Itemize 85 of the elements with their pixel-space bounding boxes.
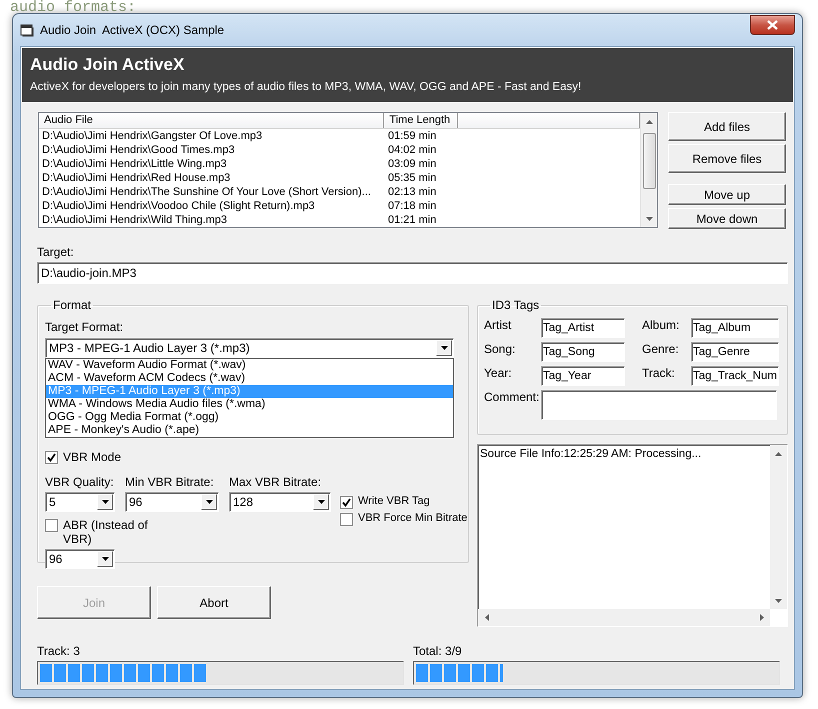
field-label: Min VBR Bitrate: [125, 475, 215, 489]
column-header[interactable]: Audio File [39, 113, 384, 128]
app-subtitle: ActiveX for developers to join many types of audio files to MP3, WMA, WAV, OGG and APE - Fast and Easy! [30, 81, 582, 93]
group-title: ID3 Tags [491, 298, 540, 312]
file-path[interactable]: D:\Audio\Jimi Hendrix\Good Times.mp3 [39, 143, 385, 157]
dropdown[interactable]: 5 [45, 492, 115, 512]
file-path[interactable]: D:\Audio\Jimi Hendrix\Wild Thing.mp3 [39, 213, 385, 227]
caret-icon [102, 557, 108, 561]
field-label: Genre: [642, 342, 680, 356]
column-header[interactable]: Time Length [384, 113, 458, 128]
field-label: Artist [484, 318, 512, 332]
side-button[interactable]: Add files [668, 112, 786, 141]
caret-icon [102, 500, 108, 504]
field-label: Song: [484, 342, 516, 356]
check-icon [342, 498, 351, 507]
input-field[interactable]: Tag_Artist [541, 318, 625, 338]
dropdown-button[interactable] [97, 551, 113, 567]
dropdown-option[interactable]: WAV - Waveform Audio Format (*.wav) [46, 359, 453, 372]
dropdown-button[interactable] [201, 494, 217, 510]
caret-icon [318, 500, 324, 504]
progress-label: Track: 3 [37, 644, 80, 658]
field-label: Comment: [484, 390, 540, 404]
time-length[interactable]: 01:21 min [385, 213, 459, 227]
time-length[interactable]: 03:09 min [385, 157, 459, 171]
scrollbar[interactable] [770, 445, 787, 609]
dropdown[interactable]: 96 [45, 549, 115, 569]
field-label: Track: [642, 366, 676, 380]
checkbox[interactable] [45, 451, 58, 464]
checkbox[interactable] [45, 519, 58, 532]
group-title: Format [52, 298, 92, 312]
app-title: Audio Join ActiveX [30, 55, 186, 75]
comment-field[interactable] [541, 390, 777, 420]
time-length[interactable]: 02:13 min [385, 185, 459, 199]
field-label: VBR Quality: [45, 475, 115, 489]
progress-label: Total: 3/9 [413, 644, 462, 658]
field-label: Album: [642, 318, 680, 332]
checkbox-label: VBR Mode [63, 450, 122, 464]
dropdown-option[interactable]: APE - Monkey's Audio (*.ape) [46, 424, 453, 437]
dropdown[interactable]: 96 [125, 492, 219, 512]
dropdown-button[interactable] [313, 494, 329, 510]
caret-icon [206, 500, 212, 504]
input-field[interactable]: Tag_Song [541, 342, 625, 362]
checkbox[interactable] [340, 513, 353, 526]
dropdown-option[interactable]: WMA - Windows Media Audio files (*.wma) [46, 398, 453, 411]
action-button[interactable]: Abort [157, 586, 271, 619]
file-path[interactable]: D:\Audio\Jimi Hendrix\Voodoo Chile (Slight Return).mp3 [39, 199, 385, 213]
time-length[interactable]: 07:18 min [385, 199, 459, 213]
side-button[interactable]: Remove files [668, 144, 786, 173]
dropdown[interactable]: 128 [229, 492, 331, 512]
time-length[interactable]: 05:35 min [385, 171, 459, 185]
side-button[interactable]: Move up [668, 184, 786, 205]
window-title: Audio Join ActiveX (OCX) Sample [40, 23, 226, 37]
checkbox-label: Write VBR Tag [358, 495, 430, 507]
file-path[interactable]: D:\Audio\Jimi Hendrix\Gangster Of Love.mp3 [39, 129, 385, 143]
input-field[interactable]: D:\audio-join.MP3 [37, 262, 788, 284]
input-field[interactable]: Tag_Album [691, 318, 779, 338]
dropdown-button[interactable] [97, 494, 113, 510]
input-field[interactable]: Tag_Year [541, 366, 625, 386]
field-label: Max VBR Bitrate: [229, 475, 322, 489]
side-button[interactable]: Move down [668, 208, 786, 229]
checkbox[interactable] [340, 496, 353, 509]
dropdown-button[interactable] [436, 340, 452, 356]
log-text: Source File Info:12:25:29 AM: Processing... [479, 447, 702, 462]
checkbox-label: VBR Force Min Bitrate [358, 512, 468, 524]
code-text: audio formats: [10, 0, 138, 13]
caret-icon [440, 346, 448, 350]
scrollbar[interactable] [640, 113, 657, 227]
checkbox-label: ABR (Instead of VBR) [63, 518, 149, 546]
check-icon [47, 453, 56, 462]
time-length[interactable]: 04:02 min [385, 143, 459, 157]
window-icon [20, 24, 34, 36]
file-path[interactable]: D:\Audio\Jimi Hendrix\Little Wing.mp3 [39, 157, 385, 171]
dropdown-option[interactable]: OGG - Ogg Media Format (*.ogg) [46, 411, 453, 424]
dropdown-option[interactable]: ACM - Waveform ACM Codecs (*.wav) [46, 372, 453, 385]
input-field[interactable]: Tag_Genre [691, 342, 779, 362]
scrollbar[interactable] [478, 609, 770, 626]
field-label: Year: [484, 366, 513, 380]
file-path[interactable]: D:\Audio\Jimi Hendrix\Red House.mp3 [39, 171, 385, 185]
field-label: Target: [37, 245, 74, 259]
field-label: Target Format: [45, 320, 124, 334]
input-field[interactable]: Tag_Track_Num [691, 366, 779, 386]
time-length[interactable]: 01:59 min [385, 129, 459, 143]
file-path[interactable]: D:\Audio\Jimi Hendrix\The Sunshine Of Your Love (Short Version)... [39, 185, 385, 199]
close-icon [767, 20, 778, 30]
close-button[interactable] [750, 15, 795, 35]
